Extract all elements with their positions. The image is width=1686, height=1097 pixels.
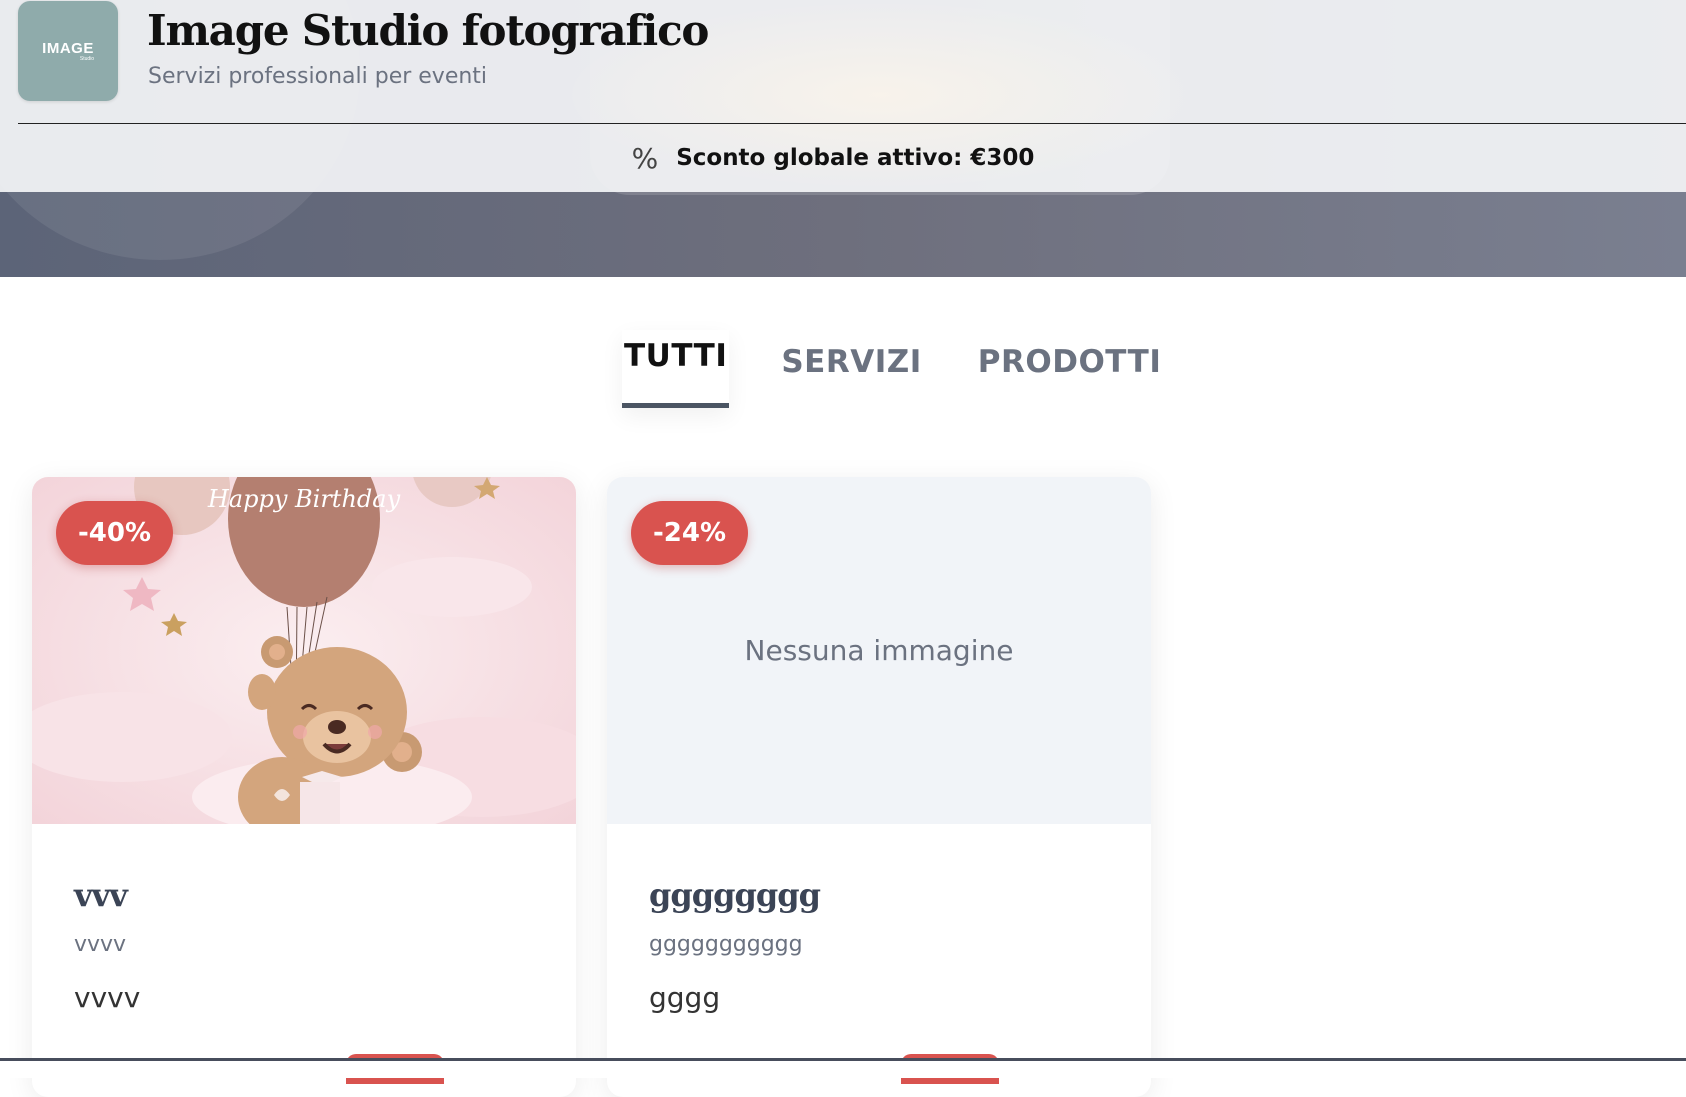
bottom-bar [0, 1061, 1686, 1078]
site-header: IMAGE Studio Image Studio fotografico Se… [0, 0, 1686, 192]
product-card[interactable]: Happy Birthday -40% vvv vvvv vvvv [32, 477, 576, 1097]
tab-servizi[interactable]: SERVIZI [781, 330, 921, 408]
studio-logo[interactable]: IMAGE Studio [18, 1, 118, 101]
percent-icon: % [631, 141, 659, 175]
balloon-text-happy: Happy Birthday [207, 485, 401, 513]
card-title: vvv [74, 876, 128, 914]
tab-tutti[interactable]: TUTTI [622, 330, 730, 408]
card-price: gggg [649, 981, 721, 1014]
global-discount-text: Sconto globale attivo: €300 [676, 145, 1035, 171]
no-image-text: Nessuna immagine [744, 634, 1014, 667]
card-title: gggggggg [649, 876, 821, 914]
discount-badge: -40% [56, 501, 174, 565]
page-subtitle: Servizi professionali per eventi [148, 64, 488, 89]
global-discount-bar: % Sconto globale attivo: €300 [0, 124, 1686, 192]
logo-subtext: Studio [79, 56, 95, 62]
discount-badge: -24% [631, 501, 749, 565]
card-image: Happy Birthday -40% [32, 477, 576, 824]
logo-text: IMAGE [42, 40, 94, 57]
category-tabs: TUTTI SERVIZI PRODOTTI [622, 330, 1161, 410]
card-body: vvv vvvv vvvv [32, 824, 576, 1014]
page-title: Image Studio fotografico [147, 6, 709, 55]
product-card[interactable]: Nessuna immagine -24% gggggggg ggggggggg… [607, 477, 1151, 1097]
card-image-placeholder: Nessuna immagine -24% [607, 477, 1151, 824]
card-body: gggggggg ggggggggggg gggg [607, 824, 1151, 1014]
tab-prodotti[interactable]: PRODOTTI [978, 330, 1162, 408]
card-price: vvvv [74, 981, 141, 1014]
card-description: ggggggggggg [649, 932, 803, 957]
card-description: vvvv [74, 932, 127, 957]
